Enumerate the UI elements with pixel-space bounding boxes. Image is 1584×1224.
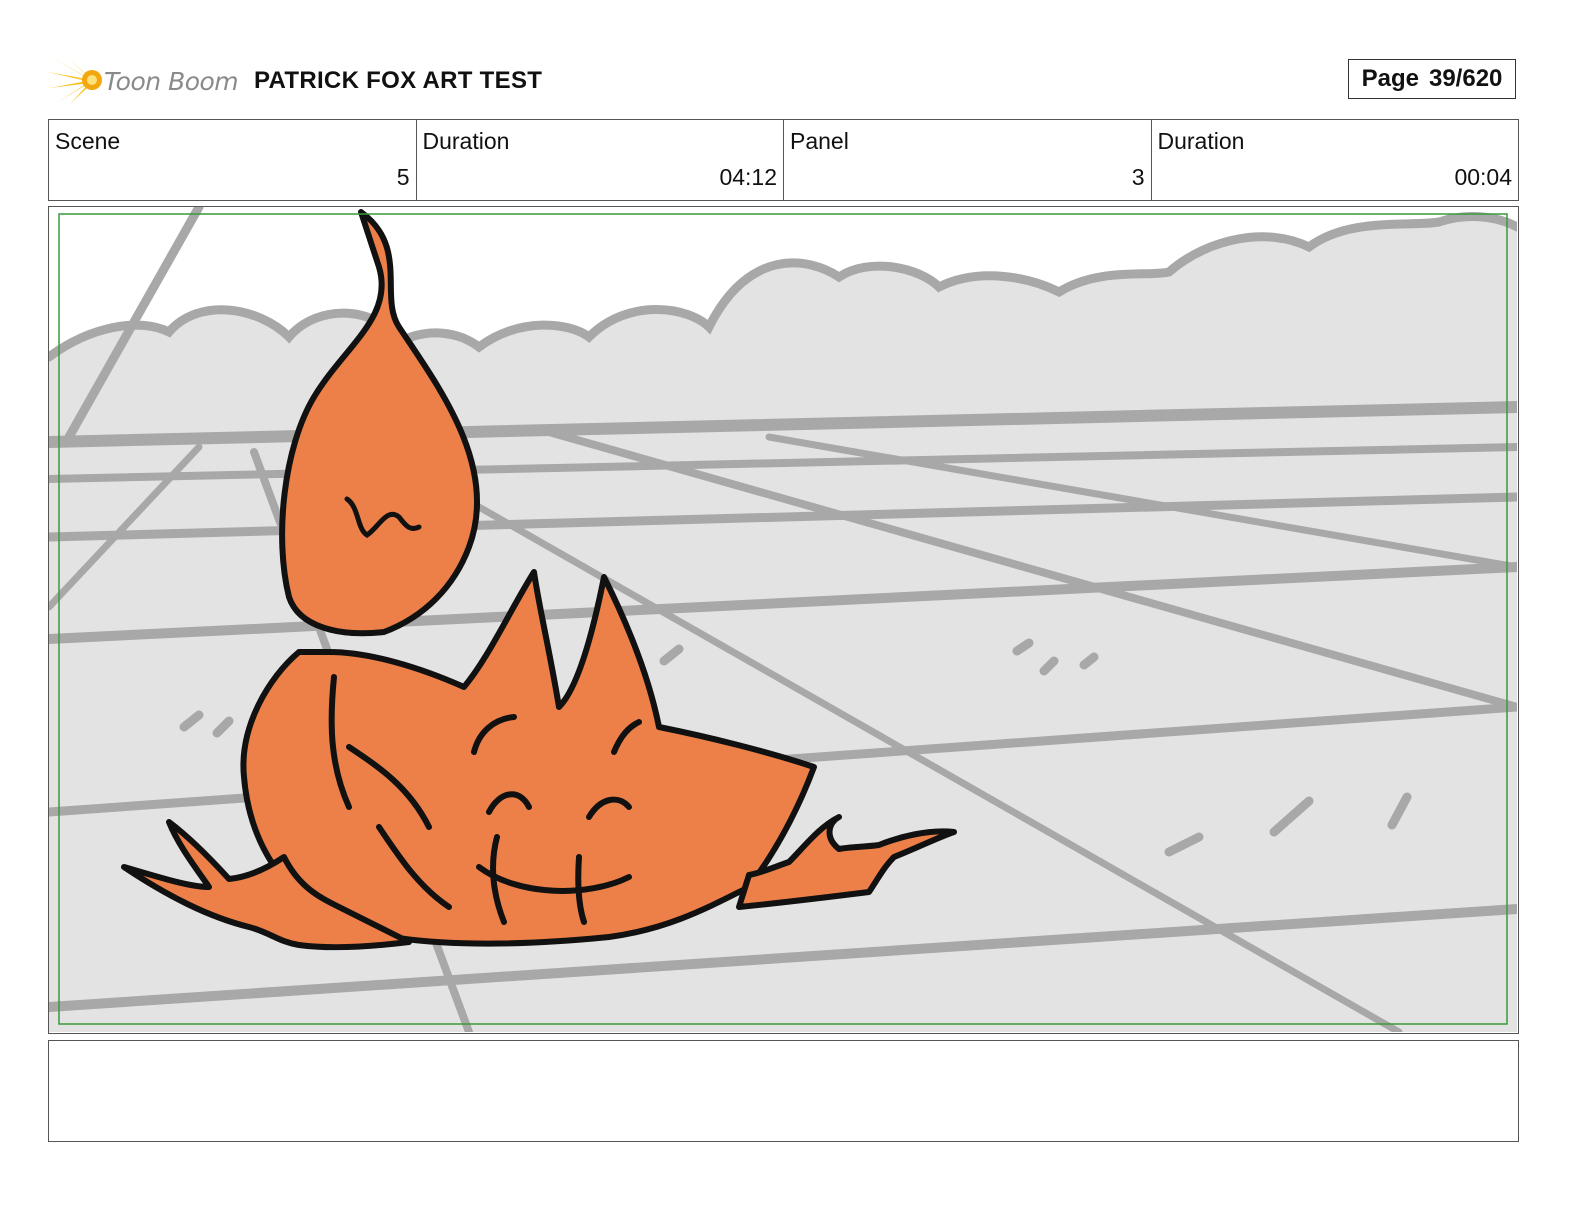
panel-cell: Panel 3 (784, 120, 1152, 200)
panel-duration-label: Duration (1157, 128, 1245, 154)
storyboard-panel (48, 206, 1519, 1034)
logo-text: Toon Boom (104, 67, 239, 96)
page-indicator: Page 39/620 (1348, 59, 1516, 99)
panel-artwork (49, 207, 1517, 1032)
starburst-icon (48, 56, 102, 104)
storyboard-header: Toon Boom PATRICK FOX ART TEST Page 39/6… (48, 52, 1538, 110)
panel-notes-box[interactable] (48, 1040, 1519, 1142)
panel-duration-value: 00:04 (1454, 164, 1512, 190)
toon-boom-logo: Toon Boom (48, 54, 239, 106)
panel-value: 3 (1131, 164, 1145, 190)
scene-info-table: Scene 5 Duration 04:12 Panel 3 Duration … (48, 119, 1519, 201)
scene-value: 5 (396, 164, 410, 190)
scene-label: Scene (55, 128, 121, 154)
project-title: PATRICK FOX ART TEST (254, 67, 543, 94)
panel-label: Panel (790, 128, 849, 154)
page-label: Page (1361, 65, 1419, 92)
scene-duration-label: Duration (422, 128, 510, 154)
scene-duration-value: 04:12 (719, 164, 777, 190)
panel-duration-cell: Duration 00:04 (1152, 120, 1519, 200)
scene-duration-cell: Duration 04:12 (417, 120, 784, 200)
page-number: 39/620 (1428, 65, 1503, 92)
scene-cell: Scene 5 (49, 120, 417, 200)
